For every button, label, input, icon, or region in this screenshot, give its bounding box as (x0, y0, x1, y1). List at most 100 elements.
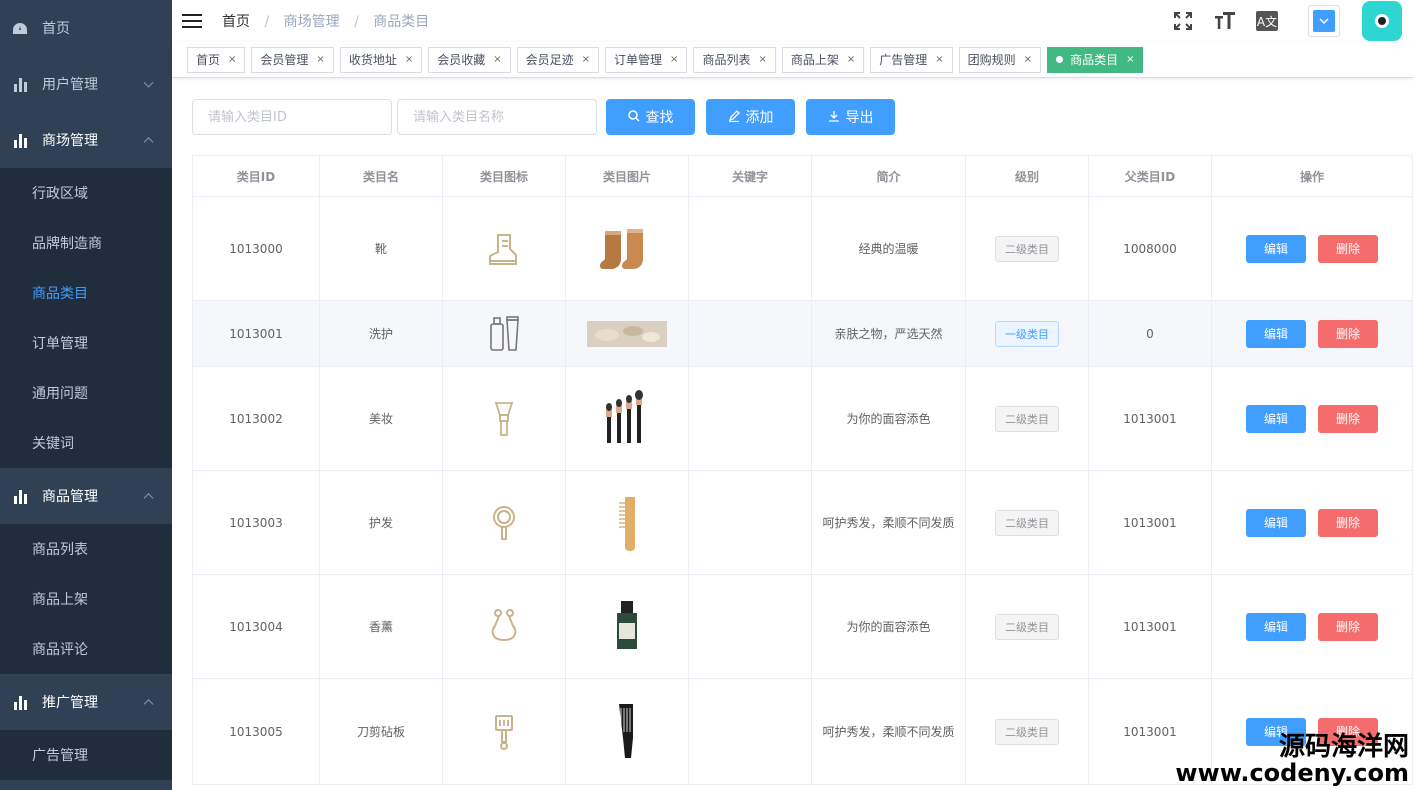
chart-icon (12, 694, 28, 710)
column-header[interactable]: 类目ID (192, 156, 320, 196)
sidebar-item-label: 推广管理 (42, 695, 98, 711)
sidebar-item-faq[interactable]: 通用问题 (0, 368, 172, 418)
sidebar-item-ads[interactable]: 广告管理 (0, 730, 172, 780)
sidebar-item-label: 商场管理 (42, 133, 98, 149)
sidebar-item-category[interactable]: 商品类目 (0, 268, 172, 318)
sidebar-item-goods-shelf[interactable]: 商品上架 (0, 574, 172, 624)
close-icon[interactable]: × (935, 54, 943, 65)
tag-item-active[interactable]: 商品类目 × (1047, 46, 1144, 73)
export-button[interactable]: 导出 (806, 99, 895, 135)
sidebar-item-goods[interactable]: 商品管理 (0, 468, 172, 524)
chevron-up-icon (143, 699, 154, 710)
level-badge: 二级类目 (995, 509, 1059, 536)
close-icon[interactable]: × (228, 54, 236, 65)
sidebar-item-keywords[interactable]: 关键词 (0, 418, 172, 468)
sidebar-item-orders[interactable]: 订单管理 (0, 318, 172, 368)
category-id-input[interactable] (192, 99, 392, 135)
sidebar-item-users[interactable]: 用户管理 (0, 56, 172, 112)
sidebar-item-promotion[interactable]: 推广管理 (0, 674, 172, 730)
edit-icon (728, 109, 740, 125)
tag-item[interactable]: 首页 × (187, 46, 246, 73)
font-size-icon[interactable] (1214, 10, 1236, 32)
close-icon[interactable]: × (1126, 54, 1134, 65)
tags-view: 首页 × 会员管理 × 收货地址 × 会员收藏 × 会员足迹 × 订单管理 × 商品列表 × … (172, 42, 1413, 78)
close-icon[interactable]: × (316, 54, 324, 65)
sidebar-item-brand[interactable]: 品牌制造商 (0, 218, 172, 268)
table-row: 1013002 美妆 为你的面容添色 二级类目 1013001 编辑 删除 (192, 367, 1413, 471)
breadcrumb-item[interactable]: 首页 (222, 14, 250, 30)
column-header: 类目图片 (566, 156, 689, 196)
column-header: 简介 (812, 156, 966, 196)
column-header: 父类目ID (1089, 156, 1212, 196)
tag-item[interactable]: 商品列表 × (693, 46, 776, 73)
mirror-icon (493, 505, 515, 540)
tag-item[interactable]: 团购规则 × (958, 46, 1042, 73)
sidebar-item-label: 用户管理 (42, 77, 98, 93)
sidebar-item-region[interactable]: 行政区域 (0, 168, 172, 218)
theme-picker[interactable] (1308, 5, 1340, 37)
sidebar-item-mall[interactable]: 商场管理 (0, 112, 172, 168)
sidebar-item-label: 商品管理 (42, 489, 98, 505)
sidebar-submenu-mall: 行政区域 品牌制造商 商品类目 订单管理 通用问题 关键词 (0, 168, 172, 468)
table-row: 1013000 靴 经典的温暖 二级类目 1008000 编辑 删除 (192, 197, 1413, 301)
bottles-icon (490, 315, 519, 351)
close-icon[interactable]: × (493, 54, 501, 65)
column-header[interactable]: 类目名 (320, 156, 443, 196)
level-badge: 一级类目 (995, 320, 1059, 347)
edit-button[interactable]: 编辑 (1246, 319, 1306, 348)
close-icon[interactable]: × (758, 54, 766, 65)
tag-item[interactable]: 会员足迹 × (516, 46, 600, 73)
dot-icon (1056, 56, 1064, 63)
edit-button[interactable]: 编辑 (1246, 234, 1306, 263)
close-icon[interactable]: × (847, 54, 855, 65)
chart-icon (12, 488, 28, 504)
navbar-right: A文 (1172, 0, 1413, 42)
tag-item[interactable]: 广告管理 × (870, 46, 953, 73)
close-icon[interactable]: × (670, 54, 678, 65)
download-icon (828, 110, 840, 125)
brush-icon (494, 401, 514, 436)
navbar: 首页 / 商场管理 / 商品类目 A文 (172, 0, 1413, 42)
breadcrumb: 首页 / 商场管理 / 商品类目 (222, 14, 430, 30)
chart-icon (12, 132, 28, 148)
delete-button[interactable]: 删除 (1318, 612, 1378, 641)
tag-item[interactable]: 收货地址 × (339, 46, 423, 73)
search-button[interactable]: 查找 (606, 99, 695, 135)
oil-bottle-image (617, 600, 637, 649)
delete-button[interactable]: 删除 (1318, 319, 1378, 348)
boot-icon (489, 233, 517, 265)
close-icon[interactable]: × (405, 54, 413, 65)
avatar[interactable] (1362, 1, 1402, 41)
sidebar: 首页 用户管理 商场管理 行政区域 品牌制造商 商品类目 订单管理 通用问题 关… (0, 0, 172, 790)
delete-button[interactable]: 删除 (1318, 404, 1378, 433)
delete-button[interactable]: 删除 (1318, 234, 1378, 263)
sidebar-item-goods-list[interactable]: 商品列表 (0, 524, 172, 574)
column-header: 关键字 (689, 156, 812, 196)
fullscreen-icon[interactable] (1172, 10, 1194, 32)
close-icon[interactable]: × (582, 54, 590, 65)
tag-item[interactable]: 会员收藏 × (428, 46, 511, 73)
brushes-image (606, 389, 643, 443)
sidebar-item-goods-comment[interactable]: 商品评论 (0, 624, 172, 674)
add-button[interactable]: 添加 (706, 99, 795, 135)
language-icon[interactable]: A文 (1256, 11, 1278, 31)
tag-item[interactable]: 订单管理 × (605, 46, 688, 73)
level-badge: 二级类目 (995, 718, 1059, 745)
edit-button[interactable]: 编辑 (1246, 404, 1306, 433)
tag-item[interactable]: 会员管理 × (251, 46, 334, 73)
black-comb-image (619, 703, 633, 758)
tag-item[interactable]: 商品上架 × (781, 46, 865, 73)
delete-button[interactable]: 删除 (1318, 508, 1378, 537)
hamburger-icon[interactable] (182, 14, 202, 28)
spatula-icon (495, 714, 513, 750)
column-header: 操作 (1212, 156, 1413, 196)
category-name-input[interactable] (397, 99, 597, 135)
chevron-down-icon (143, 77, 154, 88)
close-icon[interactable]: × (1024, 54, 1032, 65)
category-table: 类目ID 类目名 类目图标 类目图片 关键字 简介 级别 父类目ID 操作 10… (192, 155, 1413, 785)
sidebar-item-label: 首页 (42, 21, 70, 37)
sidebar-item-home[interactable]: 首页 (0, 0, 172, 56)
edit-button[interactable]: 编辑 (1246, 612, 1306, 641)
edit-button[interactable]: 编辑 (1246, 508, 1306, 537)
breadcrumb-item: 商品类目 (373, 14, 430, 30)
